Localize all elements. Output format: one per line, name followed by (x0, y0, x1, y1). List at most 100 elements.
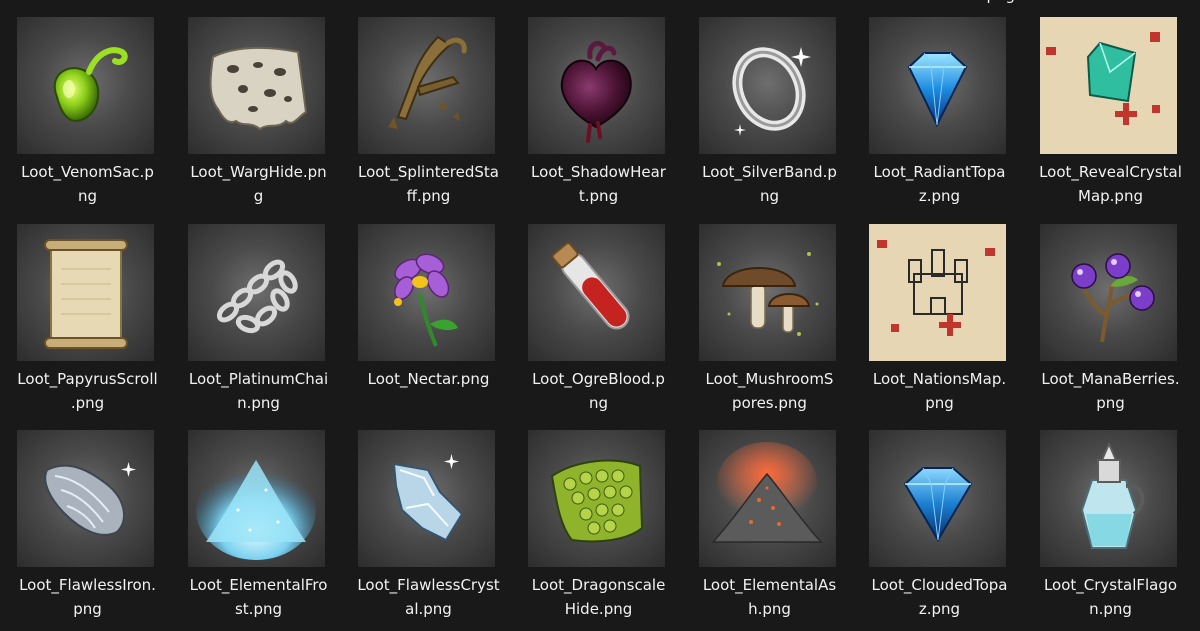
file-item[interactable]: Loot_SplinteredSta ff.png (343, 0, 514, 205)
file-name-label: Loot_WargHide.pn g (175, 160, 342, 208)
file-name-label: Loot_SplinteredSta ff.png (345, 160, 512, 208)
file-name-line1: Loot_ManaBerries. (1041, 370, 1180, 388)
file-name-line1: Loot_CloudedTopa (871, 576, 1008, 594)
file-name-line1: Loot_ShadowHear (531, 163, 666, 181)
file-item[interactable]: Loot_VenomSac.p ng (2, 0, 173, 205)
file-name-line1: Loot_OgreBlood.p (532, 370, 665, 388)
file-name-line2: st.png (234, 600, 282, 618)
splintered-staff-icon (358, 17, 495, 154)
file-name-line1: Loot_RevealCrystal (1039, 163, 1182, 181)
file-name-line2: .png (70, 394, 105, 412)
file-item[interactable]: Loot_SilverBand.png (684, 0, 855, 205)
platinum-chain-icon (188, 224, 325, 361)
file-name-label: Loot_Dragonscale Hide.png (515, 573, 682, 621)
nations-map-icon (869, 224, 1006, 361)
file-name-line1: Loot_MushroomS (705, 370, 834, 388)
file-name-label: Loot_ShadowHear t.png (515, 160, 682, 208)
file-item[interactable]: Loot_ManaBerries.png (1025, 207, 1196, 412)
file-name-label: Loot_ElementalFro st.png (175, 573, 342, 621)
file-name-line1: Loot_NationsMap. (872, 370, 1007, 388)
file-name-label: Loot_SilverBand.png (686, 160, 853, 208)
file-name-line2: Map.png (1078, 187, 1143, 205)
silver-band-icon (699, 17, 836, 154)
file-name-line2: pores.png (732, 394, 807, 412)
file-item[interactable]: Loot_FlawlessIron.png (2, 413, 173, 618)
file-name-line2: Hide.png (564, 600, 633, 618)
nectar-icon (358, 224, 495, 361)
file-name-label: Loot_CloudedTopa z.png (856, 573, 1023, 621)
file-name-line2: z.png (918, 187, 961, 205)
file-name-label: Loot_PapyrusScroll .png (4, 367, 171, 415)
file-item[interactable]: Loot_Dragonscale Hide.png (513, 413, 684, 618)
file-name-label: Loot_OgreBlood.png (515, 367, 682, 415)
reveal-crystal-map-icon (1040, 17, 1177, 154)
file-name-line1: Loot_VenomSac.p (21, 163, 154, 181)
file-name-line2: g (253, 187, 264, 205)
file-item[interactable]: Loot_ElementalAs h.png (684, 413, 855, 618)
file-item[interactable]: Loot_CloudedTopa z.png (854, 413, 1025, 618)
elemental-frost-icon (188, 430, 325, 567)
file-name-line1: Loot_ElementalAs (702, 576, 837, 594)
file-name-line2: n.png (1089, 600, 1132, 618)
file-item[interactable]: Loot_WargHide.pn g (173, 0, 344, 205)
file-grid: Loot_VenomSac.p ng Loot_WargHide.pn g Loot… (0, 0, 1200, 631)
file-item[interactable]: Loot_CrystalFlago n.png (1025, 413, 1196, 618)
file-item[interactable]: Loot_Nectar.png (343, 207, 514, 412)
warg-hide-icon (188, 17, 325, 154)
file-item[interactable]: Loot_MushroomS pores.png (684, 207, 855, 412)
file-item[interactable]: Loot_OgreBlood.png (513, 207, 684, 412)
elemental-ash-icon (699, 430, 836, 567)
file-name-line1: Loot_FlawlessIron. (19, 576, 156, 594)
venom-sac-icon (17, 17, 154, 154)
crystal-flagon-icon (1040, 430, 1177, 567)
file-name-label: Loot_CrystalFlago n.png (1027, 573, 1194, 621)
file-name-line2: h.png (748, 600, 791, 618)
file-name-line1: Loot_PlatinumChai (188, 370, 329, 388)
file-name-line2: png (1096, 394, 1125, 412)
file-name-line1: Loot_SplinteredSta (357, 163, 499, 181)
file-name-line2: ng (759, 187, 780, 205)
ogre-blood-icon (528, 224, 665, 361)
file-name-line1: Loot_ElementalFro (189, 576, 328, 594)
file-name-label: Loot_PlatinumChai n.png (175, 367, 342, 415)
file-item[interactable]: Loot_ElementalFro st.png (173, 413, 344, 618)
file-name-label: Loot_ManaBerries.png (1027, 367, 1194, 415)
file-item[interactable]: Loot_ShadowHear t.png (513, 0, 684, 205)
file-name-label: Loot_MushroomS pores.png (686, 367, 853, 415)
dragonscale-hide-icon (528, 430, 665, 567)
file-name-line1: Loot_SilverBand.p (702, 163, 837, 181)
clouded-topaz-icon (869, 430, 1006, 567)
file-name-line2: png (73, 600, 102, 618)
file-name-label: Loot_FlawlessIron.png (4, 573, 171, 621)
file-name-label: Loot_NationsMap.png (856, 367, 1023, 415)
file-item[interactable]: Loot_PapyrusScroll .png (2, 207, 173, 412)
mana-berries-icon (1040, 224, 1177, 361)
file-name-label: Loot_Nectar.png (345, 367, 512, 391)
file-name-line1: Loot_PapyrusScroll (17, 370, 158, 388)
mushroom-spores-icon (699, 224, 836, 361)
flawless-crystal-icon (358, 430, 495, 567)
file-name-line1: Loot_RadiantTopa (873, 163, 1006, 181)
file-name-line2: ng (588, 394, 609, 412)
radiant-topaz-icon (869, 17, 1006, 154)
file-name-line2: n.png (237, 394, 280, 412)
papyrus-scroll-icon (17, 224, 154, 361)
file-item[interactable]: Loot_RevealCrystal Map.png (1025, 0, 1196, 205)
flawless-iron-icon (17, 430, 154, 567)
file-name-label: Loot_RadiantTopa z.png (856, 160, 1023, 208)
file-item[interactable]: Loot_RadiantTopa z.png (854, 0, 1025, 205)
file-name-line1: Loot_Dragonscale (531, 576, 666, 594)
file-name-line2: al.png (405, 600, 452, 618)
file-name-line2: png (925, 394, 954, 412)
file-name-label: Loot_FlawlessCryst al.png (345, 573, 512, 621)
file-name-line2: t.png (578, 187, 619, 205)
file-item[interactable]: Loot_NationsMap.png (854, 207, 1025, 412)
file-name-line2: z.png (918, 600, 961, 618)
file-name-line2: ff.png (406, 187, 451, 205)
file-name-line1: Loot_Nectar.png (367, 370, 490, 388)
file-name-line1: Loot_CrystalFlago (1043, 576, 1178, 594)
file-name-line1: Loot_FlawlessCryst (357, 576, 500, 594)
file-item[interactable]: Loot_FlawlessCryst al.png (343, 413, 514, 618)
file-item[interactable]: Loot_PlatinumChai n.png (173, 207, 344, 412)
shadow-heart-icon (528, 17, 665, 154)
